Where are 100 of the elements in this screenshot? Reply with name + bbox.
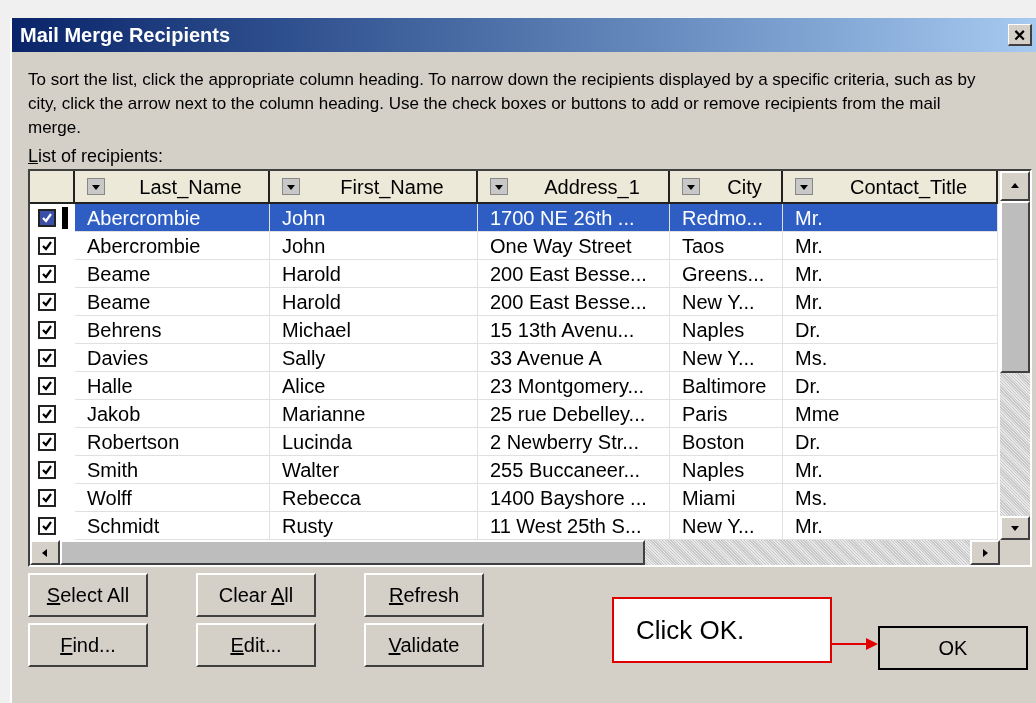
table-cell: John xyxy=(270,232,478,260)
checkmark-icon xyxy=(41,352,53,364)
checkbox[interactable] xyxy=(38,489,56,507)
column-header[interactable]: City xyxy=(670,171,783,204)
table-cell: Marianne xyxy=(270,400,478,428)
table-row[interactable]: Davies Sally 33 Avenue A New Y... Ms. xyxy=(30,344,1000,372)
table-cell: Sally xyxy=(270,344,478,372)
table-cell: New Y... xyxy=(670,344,783,372)
checkmark-icon xyxy=(41,380,53,392)
table-row[interactable]: Behrens Michael 15 13th Avenu... Naples Dr. xyxy=(30,316,1000,344)
list-label: List of recipients: xyxy=(28,146,165,166)
table-cell: Paris xyxy=(670,400,783,428)
table-cell: Wolff xyxy=(75,484,270,512)
table-cell: 1400 Bayshore ... xyxy=(478,484,670,512)
checkbox[interactable] xyxy=(38,377,56,395)
left-arrow-icon xyxy=(40,547,50,558)
checkbox[interactable] xyxy=(38,461,56,479)
table-row[interactable]: Wolff Rebecca 1400 Bayshore ... Miami Ms. xyxy=(30,484,1000,512)
table-cell: Harold xyxy=(270,288,478,316)
action-button[interactable]: Clear All xyxy=(196,573,316,617)
checkmark-icon xyxy=(41,324,53,336)
header-cell xyxy=(30,171,75,204)
checkmark-icon xyxy=(41,296,53,308)
table-cell: Dr. xyxy=(783,316,998,344)
checkmark-icon xyxy=(41,268,53,280)
table-row[interactable]: Beame Harold 200 East Besse... New Y... Mr. xyxy=(30,288,1000,316)
table-row[interactable]: Abercrombie John One Way Street Taos Mr. xyxy=(30,232,1000,260)
vertical-scrollbar[interactable] xyxy=(1000,171,1030,540)
table-cell: 23 Montgomery... xyxy=(478,372,670,400)
column-header[interactable]: Address_1 xyxy=(478,171,670,204)
table-cell: Abercrombie xyxy=(75,232,270,260)
instructions-text: To sort the list, click the appropriate column heading. To narrow down the recipients displayed by a specific criteria, such as by city, click the arrow next to the column heading. Use the check boxes or buttons to add or remove recipients from the mail merge. xyxy=(28,69,977,139)
checkbox[interactable] xyxy=(38,433,56,451)
filter-dropdown-button[interactable] xyxy=(490,178,508,195)
column-header[interactable]: Last_Name xyxy=(75,171,270,204)
table-row[interactable]: Jakob Marianne 25 rue Debelley... Paris Mme xyxy=(30,400,1000,428)
checkmark-icon xyxy=(41,436,53,448)
checkbox[interactable] xyxy=(38,349,56,367)
scrollbar-corner xyxy=(1000,540,1030,565)
ok-button[interactable]: OK xyxy=(878,626,1028,670)
window-title: Mail Merge Recipients xyxy=(20,23,231,48)
checkmark-icon xyxy=(41,408,53,420)
checkbox[interactable] xyxy=(38,293,56,311)
table-cell: 25 rue Debelley... xyxy=(478,400,670,428)
filter-dropdown-button[interactable] xyxy=(282,178,300,195)
table-cell: New Y... xyxy=(670,288,783,316)
action-button[interactable]: Select All xyxy=(28,573,148,617)
table-cell: Greens... xyxy=(670,260,783,288)
table-cell: 200 East Besse... xyxy=(478,288,670,316)
close-button[interactable]: × xyxy=(1008,24,1032,46)
table-cell: Lucinda xyxy=(270,428,478,456)
filter-dropdown-button[interactable] xyxy=(682,178,700,195)
table-cell: Mme xyxy=(783,400,998,428)
table-row[interactable]: Smith Walter 255 Buccaneer... Naples Mr. xyxy=(30,456,1000,484)
action-button[interactable]: Find... xyxy=(28,623,148,667)
filter-dropdown-button[interactable] xyxy=(87,178,105,195)
table-cell: Abercrombie xyxy=(75,204,270,232)
table-row[interactable]: Robertson Lucinda 2 Newberry Str... Boston Dr. xyxy=(30,428,1000,456)
table-cell: Beame xyxy=(75,260,270,288)
table-cell: 200 East Besse... xyxy=(478,260,670,288)
table-cell: 255 Buccaneer... xyxy=(478,456,670,484)
callout-arrow xyxy=(832,637,880,651)
table-cell: Taos xyxy=(670,232,783,260)
table-cell: 15 13th Avenu... xyxy=(478,316,670,344)
table-cell: 1700 NE 26th ... xyxy=(478,204,670,232)
table-cell: John xyxy=(270,204,478,232)
table-cell: Halle xyxy=(75,372,270,400)
checkmark-icon xyxy=(41,240,53,252)
table-cell: Walter xyxy=(270,456,478,484)
table-cell: Alice xyxy=(270,372,478,400)
action-button[interactable]: Validate xyxy=(364,623,484,667)
checkbox[interactable] xyxy=(38,405,56,423)
table-row[interactable]: Abercrombie John 1700 NE 26th ... Redmo... Mr. xyxy=(30,204,1000,232)
column-header[interactable]: Contact_Title xyxy=(783,171,998,204)
action-button[interactable]: Refresh xyxy=(364,573,484,617)
checkmark-icon xyxy=(41,492,53,504)
horizontal-scrollbar[interactable] xyxy=(30,540,1030,565)
checkbox[interactable] xyxy=(38,265,56,283)
checkbox[interactable] xyxy=(38,209,56,227)
checkbox[interactable] xyxy=(38,321,56,339)
table-cell: Miami xyxy=(670,484,783,512)
table-cell: Ms. xyxy=(783,344,998,372)
table-cell: Dr. xyxy=(783,372,998,400)
filter-dropdown-button[interactable] xyxy=(795,178,813,195)
table-cell: Davies xyxy=(75,344,270,372)
checkbox[interactable] xyxy=(38,237,56,255)
table-cell: Mr. xyxy=(783,456,998,484)
table-cell: Mr. xyxy=(783,288,998,316)
table-row[interactable]: Halle Alice 23 Montgomery... Baltimore Dr. xyxy=(30,372,1000,400)
action-button[interactable]: Edit... xyxy=(196,623,316,667)
table-cell: One Way Street xyxy=(478,232,670,260)
table-cell: Ms. xyxy=(783,484,998,512)
down-arrow-icon xyxy=(1010,523,1020,533)
checkbox[interactable] xyxy=(38,517,56,535)
up-arrow-icon xyxy=(1010,181,1020,191)
table-cell: Dr. xyxy=(783,428,998,456)
column-header[interactable]: First_Name xyxy=(270,171,478,204)
table-cell: Redmo... xyxy=(670,204,783,232)
table-row[interactable]: Beame Harold 200 East Besse... Greens... Mr. xyxy=(30,260,1000,288)
checkmark-icon xyxy=(41,520,53,532)
